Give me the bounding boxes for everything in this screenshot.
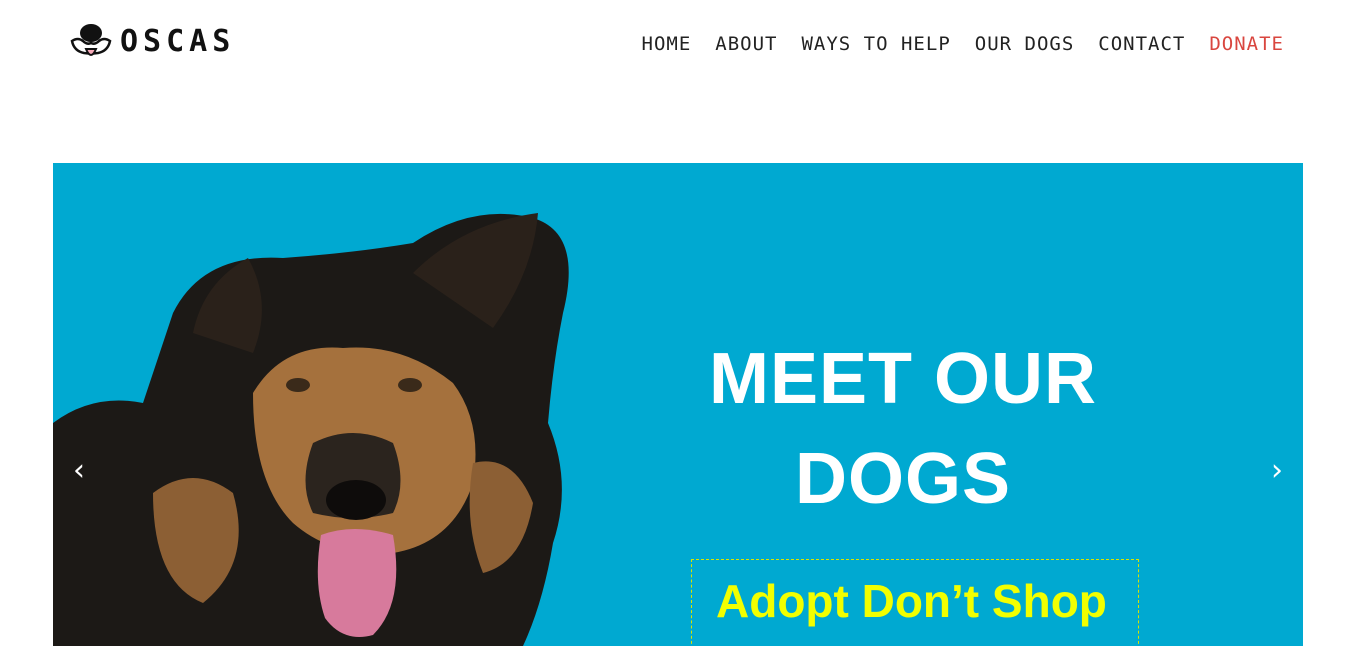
dog-photo <box>53 213 569 646</box>
dog-face-icon <box>70 24 112 56</box>
hero-slider: MEET OUR DOGS Adopt Don’t Shop ‹ › <box>53 163 1303 646</box>
nav-ways-to-help[interactable]: WAYS TO HELP <box>801 30 950 58</box>
site-header: OSCAS HOME ABOUT WAYS TO HELP OUR DOGS C… <box>0 0 1356 90</box>
nav-donate[interactable]: DONATE <box>1209 30 1284 58</box>
hero-title-line-1: MEET OUR <box>708 339 1097 419</box>
prev-slide-icon[interactable]: ‹ <box>73 453 85 489</box>
nav-contact[interactable]: CONTACT <box>1098 30 1185 58</box>
nav-home[interactable]: HOME <box>642 30 692 58</box>
nav-our-dogs[interactable]: OUR DOGS <box>975 30 1075 58</box>
hero-title-line-2: DOGS <box>794 439 1012 519</box>
hero-title: MEET OUR DOGS <box>693 329 1113 529</box>
brand-name: OSCAS <box>120 24 236 59</box>
next-slide-icon[interactable]: › <box>1271 453 1283 489</box>
main-nav: HOME ABOUT WAYS TO HELP OUR DOGS CONTACT… <box>618 30 1284 58</box>
adopt-cta-label: Adopt Don’t Shop <box>716 575 1107 627</box>
nav-about[interactable]: ABOUT <box>715 30 777 58</box>
adopt-cta-button[interactable]: Adopt Don’t Shop <box>691 559 1139 646</box>
logo-link[interactable]: OSCAS <box>70 22 235 62</box>
